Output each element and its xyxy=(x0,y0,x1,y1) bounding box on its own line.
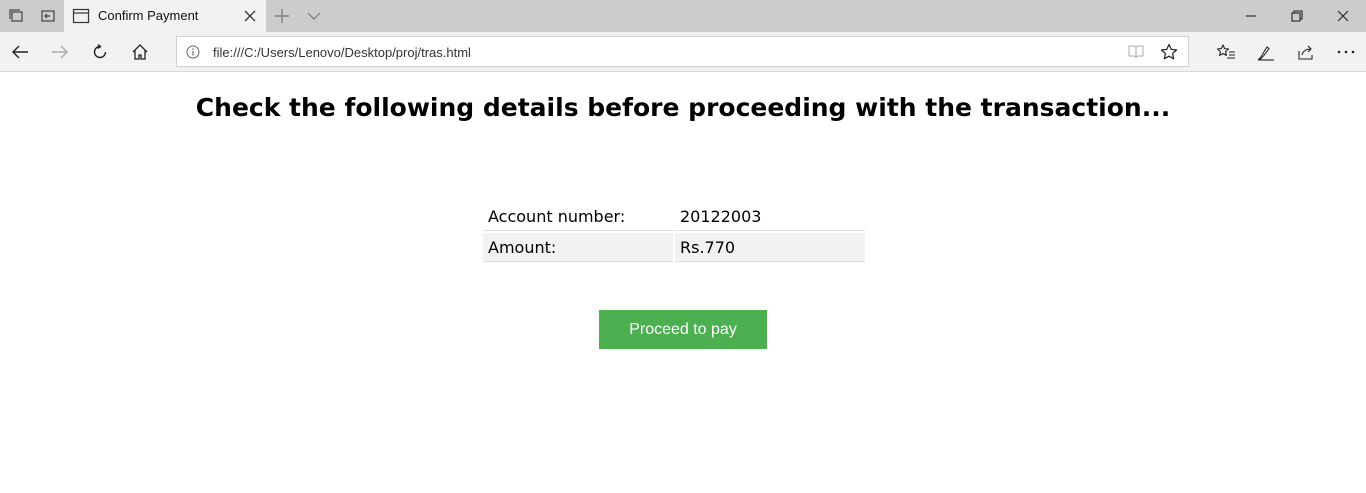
minimize-icon[interactable] xyxy=(1228,0,1274,32)
more-icon[interactable] xyxy=(1326,32,1366,72)
new-tab-icon[interactable] xyxy=(272,6,292,26)
amount-value: Rs.770 xyxy=(675,233,865,262)
url-text[interactable]: file:///C:/Users/Lenovo/Desktop/proj/tra… xyxy=(213,45,471,60)
tab-title: Confirm Payment xyxy=(98,8,199,23)
tab-close-icon[interactable] xyxy=(240,6,260,26)
favorites-icon[interactable] xyxy=(1206,32,1246,72)
active-tab[interactable]: Confirm Payment xyxy=(64,0,266,32)
back-icon[interactable] xyxy=(0,32,40,72)
account-number-label: Account number: xyxy=(483,202,673,231)
reading-view-icon[interactable] xyxy=(1127,43,1145,61)
details-table: Account number: 20122003 Amount: Rs.770 xyxy=(481,200,867,264)
proceed-to-pay-button[interactable]: Proceed to pay xyxy=(599,310,767,349)
info-icon[interactable] xyxy=(185,44,201,60)
tab-preview-icon[interactable] xyxy=(304,6,324,26)
amount-label: Amount: xyxy=(483,233,673,262)
home-icon[interactable] xyxy=(120,32,160,72)
address-bar[interactable]: file:///C:/Users/Lenovo/Desktop/proj/tra… xyxy=(176,36,1189,67)
close-icon[interactable] xyxy=(1320,0,1366,32)
share-icon[interactable] xyxy=(1286,32,1326,72)
refresh-icon[interactable] xyxy=(80,32,120,72)
table-row: Account number: 20122003 xyxy=(483,202,865,231)
favorite-star-icon[interactable] xyxy=(1159,42,1179,62)
table-row: Amount: Rs.770 xyxy=(483,233,865,262)
restore-icon[interactable] xyxy=(1274,0,1320,32)
navigation-bar: file:///C:/Users/Lenovo/Desktop/proj/tra… xyxy=(0,32,1366,72)
tabs-aside-icon[interactable] xyxy=(6,6,26,26)
forward-icon[interactable] xyxy=(40,32,80,72)
page-icon xyxy=(72,8,90,24)
title-bar: Confirm Payment xyxy=(0,0,1366,32)
web-note-icon[interactable] xyxy=(1246,32,1286,72)
account-number-value: 20122003 xyxy=(675,202,865,231)
page-heading: Check the following details before proce… xyxy=(195,93,1171,122)
restore-tabs-icon[interactable] xyxy=(38,6,58,26)
